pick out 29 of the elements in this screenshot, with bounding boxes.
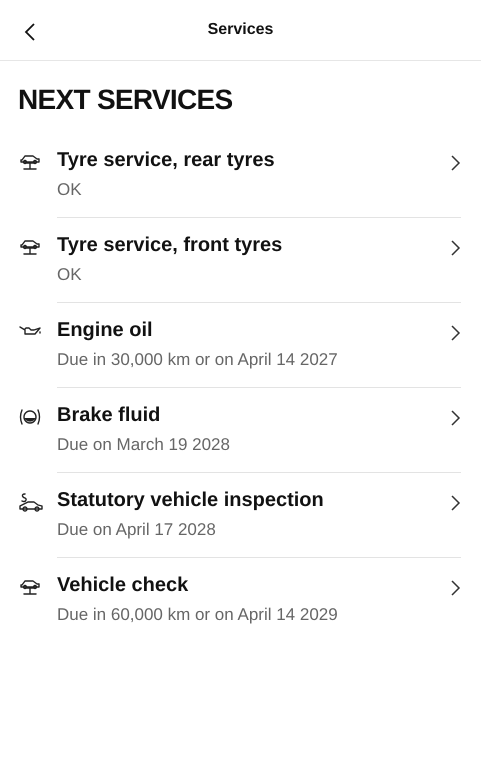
service-status: Due in 60,000 km or on April 14 2029	[57, 604, 338, 626]
service-item[interactable]: Engine oil Due in 30,000 km or on April 14 2027	[57, 303, 461, 388]
service-title: Vehicle check	[57, 573, 190, 598]
service-status: Due on March 19 2028	[57, 434, 230, 456]
service-item[interactable]: Brake fluid Due on March 19 2028	[57, 388, 461, 473]
chevron-right-icon	[451, 325, 461, 341]
chevron-right-icon	[451, 410, 461, 426]
section-title: NEXT SERVICES	[17, 83, 234, 117]
service-status: OK	[57, 264, 83, 286]
service-status: Due in 30,000 km or on April 14 2027	[57, 349, 338, 371]
service-status: OK	[57, 179, 83, 201]
chevron-right-icon	[451, 155, 461, 171]
back-chevron-icon	[24, 23, 36, 41]
page-title: Services	[208, 20, 274, 40]
chevron-right-icon	[451, 580, 461, 596]
car-inspection-icon	[18, 492, 44, 514]
service-title: Tyre service, front tyres	[57, 233, 282, 258]
chevron-right-icon	[451, 495, 461, 511]
service-item[interactable]: Tyre service, front tyres OK	[57, 218, 461, 303]
service-title: Brake fluid	[57, 403, 162, 428]
service-item[interactable]: Tyre service, rear tyres OK	[57, 133, 461, 218]
service-title: Tyre service, rear tyres	[57, 148, 275, 173]
service-title: Statutory vehicle inspection	[57, 488, 324, 513]
chevron-right-icon	[451, 240, 461, 256]
service-item[interactable]: Vehicle check Due in 60,000 km or on April 14 2029	[57, 558, 461, 642]
service-title: Engine oil	[57, 318, 154, 343]
service-item[interactable]: Statutory vehicle inspection Due on April 17 2028	[57, 473, 461, 558]
service-status: Due on April 17 2028	[57, 519, 217, 541]
brake-fluid-icon	[18, 407, 42, 427]
